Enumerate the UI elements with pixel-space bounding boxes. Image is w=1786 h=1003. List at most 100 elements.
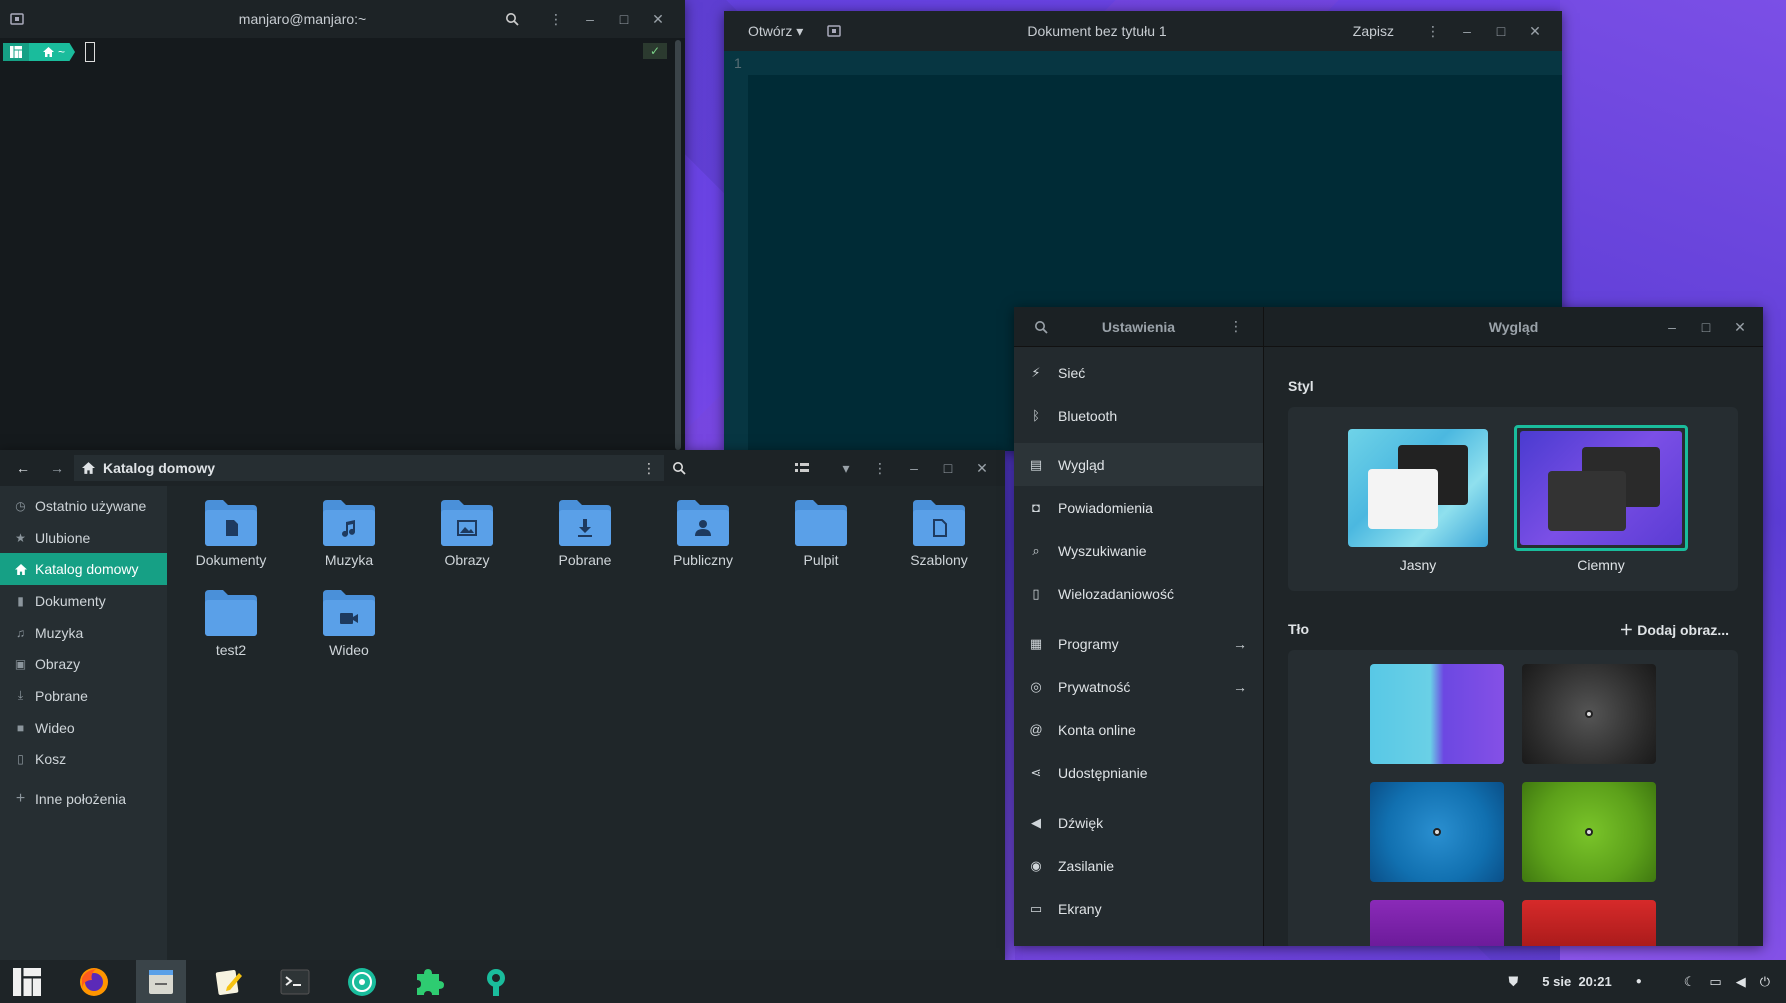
close-icon[interactable]: ✕: [1518, 23, 1552, 40]
back-arrow-icon[interactable]: ←: [6, 460, 40, 476]
app-menu-button[interactable]: [2, 960, 52, 1003]
folder-item[interactable]: Obrazy: [412, 498, 522, 568]
taskbar-app-aperture[interactable]: [337, 960, 387, 1003]
close-icon[interactable]: ✕: [641, 11, 675, 28]
view-options-chevron-icon[interactable]: ▾: [829, 460, 863, 477]
settings-nav-multitasking[interactable]: ▯ Wielozadaniowość: [1014, 572, 1263, 615]
settings-window[interactable]: Ustawienia ⋮ ⚡ Sieć ᛒ Bluetooth ▤ Wygląd ◘ P…: [1014, 307, 1763, 946]
night-light-icon[interactable]: ☾: [1684, 974, 1696, 990]
notification-icon: ◘: [1032, 500, 1040, 515]
taskbar-terminal[interactable]: [270, 960, 320, 1003]
settings-sidebar-header[interactable]: Ustawienia ⋮: [1014, 307, 1263, 347]
view-list-icon[interactable]: [795, 462, 829, 474]
settings-nav-displays[interactable]: ▭ Ekrany: [1014, 887, 1263, 930]
settings-nav-privacy[interactable]: ◎ Prywatność →: [1014, 665, 1263, 708]
sidebar-item-starred[interactable]: ★ Ulubione: [0, 522, 167, 554]
taskbar-tweaks[interactable]: [471, 960, 521, 1003]
folder-item[interactable]: test2: [176, 588, 286, 658]
notification-dot-icon[interactable]: ●: [1636, 976, 1642, 987]
style-light-option[interactable]: [1348, 429, 1488, 547]
settings-nav-network[interactable]: ⚡ Sieć: [1014, 351, 1263, 394]
terminal-scrollbar[interactable]: [675, 40, 681, 450]
sidebar-item-home[interactable]: Katalog domowy: [0, 553, 167, 586]
save-button[interactable]: Zapisz: [1353, 23, 1394, 39]
folder-item[interactable]: Wideo: [294, 588, 404, 658]
maximize-icon[interactable]: □: [1484, 23, 1518, 39]
clock[interactable]: 5 sie 20:21: [1542, 974, 1611, 989]
sidebar-item-music[interactable]: ♫ Muzyka: [0, 617, 167, 649]
sidebar-item-recent[interactable]: ◷ Ostatnio używane: [0, 490, 167, 522]
background-option[interactable]: [1522, 664, 1656, 764]
folder-item[interactable]: Publiczny: [648, 498, 758, 568]
sidebar-item-other-locations[interactable]: + Inne położenia: [0, 783, 167, 815]
sidebar-item-trash[interactable]: ▯ Kosz: [0, 744, 167, 776]
maximize-icon[interactable]: □: [607, 11, 641, 27]
search-icon[interactable]: [1034, 320, 1048, 334]
sidebar-item-videos[interactable]: ■ Wideo: [0, 712, 167, 744]
minimize-icon[interactable]: –: [897, 460, 931, 476]
folder-item[interactable]: Szablony: [884, 498, 994, 568]
volume-icon[interactable]: ◀: [1736, 974, 1746, 990]
taskbar-text-editor[interactable]: [203, 960, 253, 1003]
terminal-titlebar[interactable]: manjaro@manjaro:~ ⋮ – □ ✕: [0, 0, 685, 38]
settings-nav-notifications[interactable]: ◘ Powiadomienia: [1014, 486, 1263, 529]
settings-nav-search[interactable]: ⌕ Wyszukiwanie: [1014, 529, 1263, 572]
background-option[interactable]: [1370, 664, 1504, 764]
settings-nav-sharing[interactable]: ⋖ Udostępnianie: [1014, 751, 1263, 794]
style-dark-option[interactable]: [1514, 425, 1688, 551]
add-image-button[interactable]: ＋ Dodaj obraz...: [1619, 620, 1729, 640]
new-tab-icon[interactable]: [10, 12, 40, 26]
menu-icon[interactable]: ⋮: [863, 460, 897, 477]
settings-nav-power[interactable]: ◉ Zasilanie: [1014, 844, 1263, 887]
background-option[interactable]: [1522, 782, 1656, 882]
terminal-window[interactable]: manjaro@manjaro:~ ⋮ – □ ✕ ~ ✓: [0, 0, 685, 450]
editor-titlebar[interactable]: Otwórz ▾ Dokument bez tytułu 1 Zapisz ⋮ …: [724, 11, 1562, 51]
settings-nav-bluetooth[interactable]: ᛒ Bluetooth: [1014, 394, 1263, 437]
menu-icon[interactable]: ⋮: [1229, 318, 1243, 335]
taskbar-extensions[interactable]: [404, 960, 454, 1003]
folder-item[interactable]: Pulpit: [766, 498, 876, 568]
minimize-icon[interactable]: –: [573, 11, 607, 27]
minimize-icon[interactable]: –: [1655, 319, 1689, 335]
background-option[interactable]: [1522, 900, 1656, 946]
folder-item[interactable]: Muzyka: [294, 498, 404, 568]
open-button[interactable]: Otwórz ▾: [748, 23, 803, 40]
menu-icon[interactable]: ⋮: [539, 11, 573, 28]
minimize-icon[interactable]: –: [1450, 23, 1484, 39]
close-icon[interactable]: ✕: [1723, 319, 1757, 336]
folder-documents-icon: [205, 500, 257, 546]
settings-nav-online-accounts[interactable]: @ Konta online: [1014, 708, 1263, 751]
menu-icon[interactable]: ⋮: [1416, 23, 1450, 40]
path-menu-icon[interactable]: ⋮: [642, 460, 656, 477]
shield-icon[interactable]: ⛊: [1509, 974, 1519, 990]
settings-nav-appearance[interactable]: ▤ Wygląd: [1014, 443, 1263, 486]
maximize-icon[interactable]: □: [931, 460, 965, 476]
path-bar[interactable]: Katalog domowy ⋮: [74, 455, 664, 481]
files-headerbar[interactable]: ← → Katalog domowy ⋮ ▾ ⋮ – □ ✕: [0, 450, 1005, 486]
folder-item[interactable]: Pobrane: [530, 498, 640, 568]
power-icon[interactable]: ⏻: [1760, 974, 1770, 990]
search-icon[interactable]: [672, 461, 706, 475]
search-icon[interactable]: [505, 12, 539, 26]
arrow-right-icon: →: [1233, 678, 1247, 695]
maximize-icon[interactable]: □: [1689, 319, 1723, 335]
settings-nav-apps[interactable]: ▦ Programy →: [1014, 622, 1263, 665]
file-manager-window[interactable]: ← → Katalog domowy ⋮ ▾ ⋮ – □ ✕ ◷ Ostatnio…: [0, 450, 1005, 960]
background-option[interactable]: [1370, 782, 1504, 882]
settings-nav-sound[interactable]: ◀ Dźwięk: [1014, 801, 1263, 844]
forward-arrow-icon[interactable]: →: [40, 460, 74, 476]
folder-item[interactable]: Dokumenty: [176, 498, 286, 568]
privacy-icon: ◎: [1030, 678, 1042, 694]
terminal-content[interactable]: ~ ✓: [0, 38, 685, 450]
taskbar-firefox[interactable]: [69, 960, 119, 1003]
display-icon[interactable]: ▭: [1709, 974, 1721, 990]
sidebar-item-downloads[interactable]: ⤓ Pobrane: [0, 680, 167, 712]
background-option[interactable]: [1370, 900, 1504, 946]
close-icon[interactable]: ✕: [965, 460, 999, 477]
taskbar-files[interactable]: [136, 960, 186, 1003]
appearance-header[interactable]: Wygląd – □ ✕: [1264, 307, 1763, 347]
sidebar-item-pictures[interactable]: ▣ Obrazy: [0, 648, 167, 680]
new-document-icon[interactable]: [827, 24, 842, 38]
sound-icon: ◀: [1031, 814, 1041, 830]
sidebar-item-documents[interactable]: ▮ Dokumenty: [0, 585, 167, 617]
